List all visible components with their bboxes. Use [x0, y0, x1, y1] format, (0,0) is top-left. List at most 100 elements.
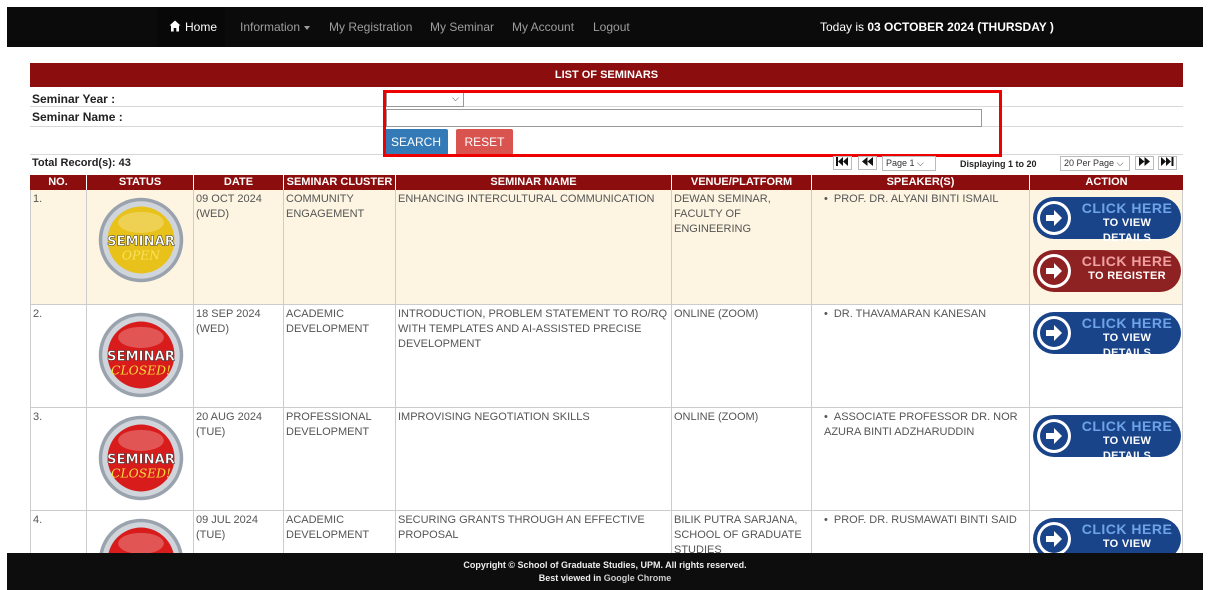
seminar-open-badge: SEMINAROPEN — [98, 197, 184, 283]
today-date: Today is 03 OCTOBER 2024 (THURSDAY ) — [820, 7, 1054, 47]
col-seminar-name[interactable]: SEMINAR NAME — [396, 175, 672, 190]
action-line1: CLICK HERE — [1081, 418, 1173, 434]
next-page-button[interactable] — [1135, 156, 1154, 170]
last-page-button[interactable] — [1158, 156, 1177, 170]
cell-status: SEMINARCLOSED! — [87, 511, 194, 553]
arrow-circle-icon — [1037, 419, 1071, 453]
table-header: NO. STATUS DATE SEMINAR CLUSTER SEMINAR … — [30, 175, 1183, 190]
cell-no: 1. — [30, 190, 87, 304]
nav-home[interactable]: Home — [157, 7, 225, 47]
first-page-button[interactable] — [833, 156, 852, 170]
col-cluster[interactable]: SEMINAR CLUSTER — [284, 175, 396, 190]
chevron-down-icon: ⌵ — [917, 158, 924, 168]
svg-text:SEMINAR: SEMINAR — [107, 349, 175, 364]
chevron-down-icon: ⌵ — [1116, 158, 1124, 168]
cell-action: CLICK HERE TO VIEW DETAILS CLICK HERE TO RE… — [1030, 190, 1183, 304]
displaying-range: Displaying 1 to 20 — [960, 159, 1037, 169]
cell-cluster: ACADEMIC DEVELOPMENT — [284, 305, 396, 407]
footer: Copyright © School of Graduate Studies, … — [7, 553, 1203, 590]
register-button[interactable]: CLICK HERE TO REGISTER — [1033, 250, 1181, 292]
cell-speaker: ASSOCIATE PROFESSOR DR. NOR AZURA BINTI … — [812, 408, 1030, 510]
nav-my-seminar[interactable]: My Seminar — [430, 7, 494, 47]
action-line2: TO VIEW DETAILS — [1102, 217, 1152, 244]
action-label: CLICK HERETO VIEW DETAILS — [1077, 419, 1177, 464]
action-line1: CLICK HERE — [1081, 315, 1173, 331]
action-line2: TO VIEW DETAILS — [1102, 332, 1152, 359]
action-label: CLICK HERETO VIEW DETAILS — [1077, 316, 1177, 361]
app-window: Home Information My Registration My Semi… — [7, 7, 1203, 590]
view-details-button[interactable]: CLICK HERETO VIEW DETAILS — [1033, 197, 1181, 244]
total-records: Total Record(s): 43 — [32, 157, 131, 169]
svg-text:SEMINAR: SEMINAR — [107, 234, 175, 249]
chevron-down-icon — [304, 25, 311, 30]
arrow-circle-icon — [1037, 254, 1071, 288]
per-page-value: 20 Per Page — [1064, 158, 1115, 168]
top-navbar: Home Information My Registration My Semi… — [7, 7, 1203, 47]
cell-status: SEMINAR OPEN — [87, 190, 194, 304]
cell-cluster: COMMUNITY ENGAGEMENT — [284, 190, 396, 304]
action-label: CLICK HERETO VIEW DETAILS — [1077, 522, 1177, 553]
arrow-circle-icon — [1037, 316, 1071, 350]
cell-venue: ONLINE (ZOOM) — [672, 305, 812, 407]
today-prefix: Today is — [820, 20, 865, 34]
highlight-box — [383, 90, 1002, 157]
first-page-icon — [836, 157, 848, 166]
table-row: 3. SEMINAR CLOSED! 20 AUG 2024 (TUE) PROFESS… — [30, 408, 1183, 511]
arrow-right-icon — [1046, 263, 1062, 279]
seminar-year-label: Seminar Year : — [32, 92, 116, 106]
svg-text:OPEN: OPEN — [122, 248, 161, 262]
nav-logout[interactable]: Logout — [593, 7, 630, 47]
view-details-button[interactable]: CLICK HERETO VIEW DETAILS — [1033, 518, 1181, 553]
svg-text:CLOSED!: CLOSED! — [111, 363, 171, 377]
cell-seminar-name: SECURING GRANTS THROUGH AN EFFECTIVE PRO… — [396, 511, 672, 553]
col-status[interactable]: STATUS — [87, 175, 194, 190]
today-value: 03 OCTOBER 2024 (THURSDAY ) — [867, 20, 1054, 34]
seminar-name-label: Seminar Name : — [32, 110, 123, 124]
cell-action: CLICK HERETO VIEW DETAILS — [1030, 511, 1183, 553]
cell-date: 18 SEP 2024 (WED) — [194, 305, 284, 407]
page-select[interactable]: Page 1 ⌵ — [882, 156, 936, 171]
col-venue[interactable]: VENUE/PLATFORM — [672, 175, 812, 190]
cell-venue: DEWAN SEMINAR, FACULTY OF ENGINEERING — [672, 190, 812, 304]
svg-text:CLOSED!: CLOSED! — [111, 466, 171, 480]
col-no[interactable]: NO. — [30, 175, 87, 190]
cell-date: 09 JUL 2024 (TUE) — [194, 511, 284, 553]
view-details-button[interactable]: CLICK HERETO VIEW DETAILS — [1033, 415, 1181, 462]
footer-browser: Google Chrome — [603, 573, 672, 583]
col-date[interactable]: DATE — [194, 175, 284, 190]
prev-page-button[interactable] — [858, 156, 877, 170]
footer-best-viewed: Best viewed in Google Chrome — [7, 570, 1203, 583]
prev-page-icon — [861, 157, 873, 166]
nav-my-account[interactable]: My Account — [512, 7, 574, 47]
cell-cluster: PROFESSIONAL DEVELOPMENT — [284, 408, 396, 510]
cell-seminar-name: INTRODUCTION, PROBLEM STATEMENT TO RO/RQ… — [396, 305, 672, 407]
col-speakers[interactable]: SPEAKER(S) — [812, 175, 1030, 190]
arrow-right-icon — [1046, 531, 1062, 547]
per-page-select[interactable]: 20 Per Page ⌵ — [1060, 156, 1130, 171]
cell-speaker: DR. THAVAMARAN KANESAN — [812, 305, 1030, 407]
cell-status: SEMINARCLOSED! — [87, 305, 194, 407]
seminar-table: 1. SEMINAR OPEN 09 OCT 2024 (WED) COMMUNITY … — [30, 190, 1183, 553]
cell-venue: ONLINE (ZOOM) — [672, 408, 812, 510]
nav-information[interactable]: Information — [240, 7, 311, 47]
cell-status: SEMINARCLOSED! — [87, 408, 194, 510]
col-action[interactable]: ACTION — [1030, 175, 1183, 190]
arrow-right-icon — [1046, 210, 1062, 226]
action-label: CLICK HERETO VIEW DETAILS — [1077, 201, 1177, 246]
arrow-right-icon — [1046, 428, 1062, 444]
cell-date: 20 AUG 2024 (TUE) — [194, 408, 284, 510]
arrow-circle-icon — [1037, 201, 1071, 235]
cell-no: 4. — [30, 511, 87, 553]
action-line2: TO VIEW DETAILS — [1102, 435, 1152, 462]
cell-date: 09 OCT 2024 (WED) — [194, 190, 284, 304]
table-row: 1. SEMINAR OPEN 09 OCT 2024 (WED) COMMUNITY … — [30, 190, 1183, 305]
nav-my-registration[interactable]: My Registration — [329, 7, 412, 47]
home-icon — [169, 20, 181, 32]
seminar-closed-badge: SEMINARCLOSED! — [99, 518, 183, 553]
action-label: CLICK HERE TO REGISTER — [1077, 254, 1177, 284]
list-title-banner: LIST OF SEMINARS — [30, 63, 1183, 87]
arrow-right-icon — [1046, 325, 1062, 341]
cell-seminar-name: IMPROVISING NEGOTIATION SKILLS — [396, 408, 672, 510]
view-details-button[interactable]: CLICK HERETO VIEW DETAILS — [1033, 312, 1181, 359]
cell-seminar-name: ENHANCING INTERCULTURAL COMMUNICATION — [396, 190, 672, 304]
